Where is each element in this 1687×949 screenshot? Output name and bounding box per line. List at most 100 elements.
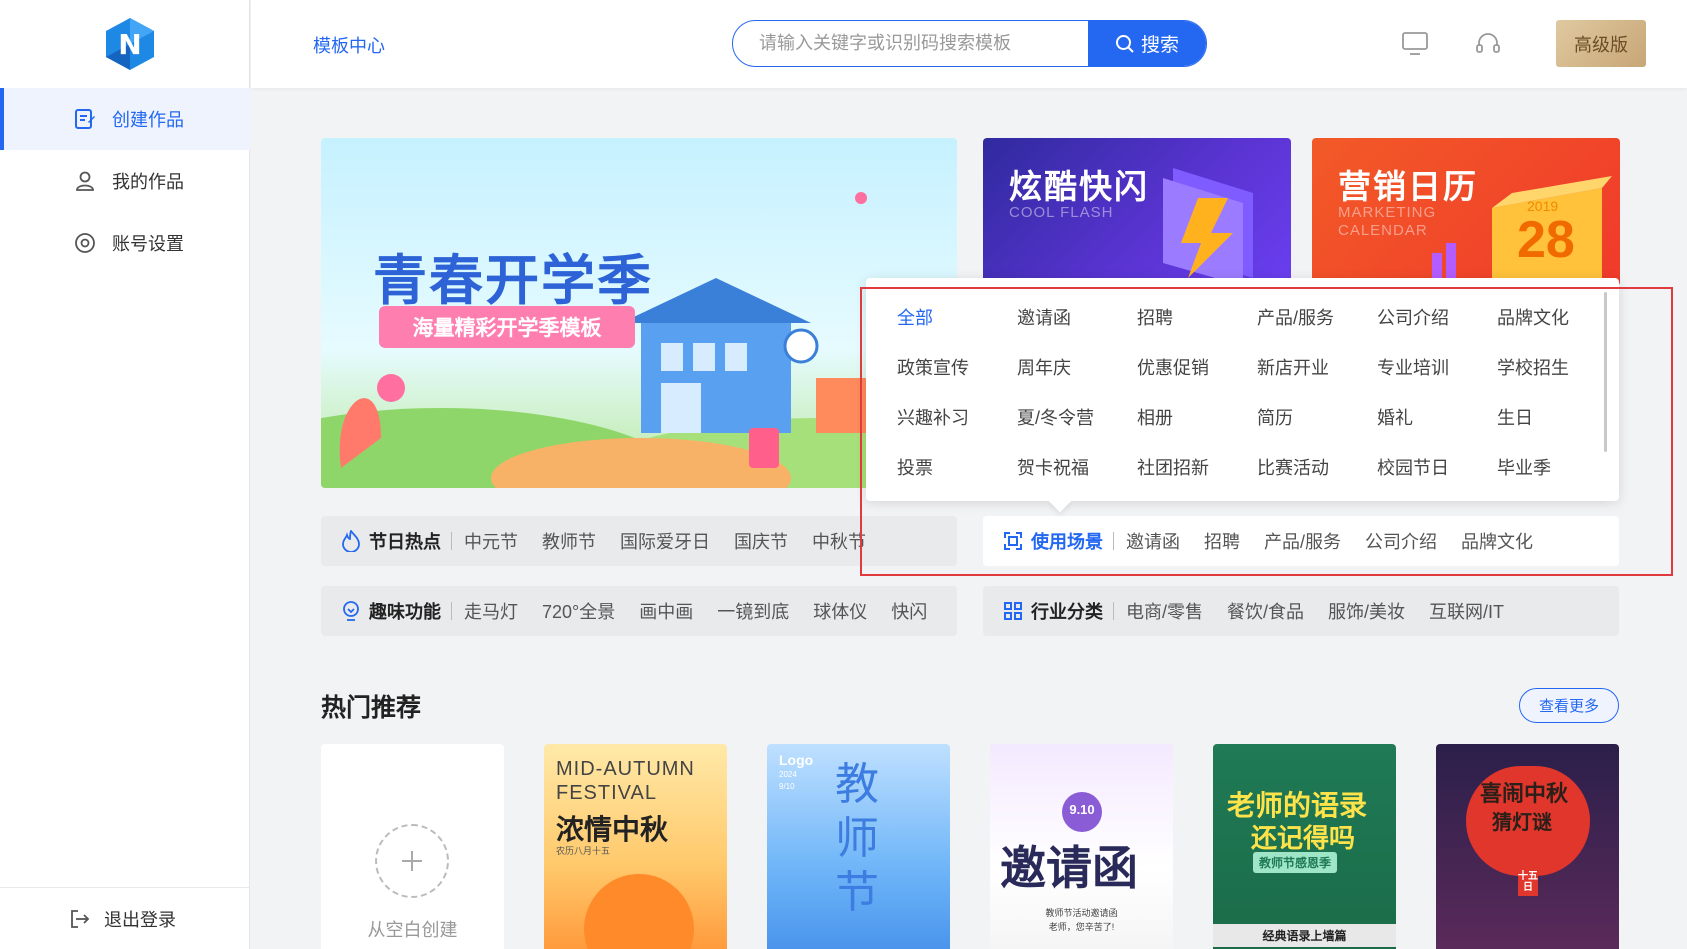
banner-marketing-title: 营销日历 [1338,168,1478,205]
scene-option[interactable]: 毕业季 [1497,442,1617,492]
customer-service-icon[interactable] [1470,26,1506,62]
template-card-teachers-day[interactable]: Logo 2024 9/10 教师节 [767,744,950,949]
monitor-icon[interactable] [1397,26,1433,62]
scene-option[interactable]: 公司介绍 [1377,292,1497,342]
create-blank-label: 从空白创建 [367,920,458,940]
template-card-mid-autumn[interactable]: MID-AUTUMN FESTIVAL 浓情中秋 农历八月十五 [544,744,727,949]
scene-option[interactable]: 相册 [1137,392,1257,442]
scene-option[interactable]: 品牌文化 [1497,292,1617,342]
scene-option[interactable]: 政策宣传 [897,342,1017,392]
scene-option[interactable]: 婚礼 [1377,392,1497,442]
logout-button[interactable]: 退出登录 [0,887,250,949]
divider [1113,532,1114,550]
calendar-day: 28 [1517,211,1575,269]
fun-tag[interactable]: 快闪 [891,598,927,624]
card-text: 十五日 [1518,868,1538,896]
scene-option[interactable]: 学校招生 [1497,342,1617,392]
scene-option[interactable]: 贺卡祝福 [1017,442,1137,492]
logout-label: 退出登录 [104,909,176,930]
industry-label: 行业分类 [1031,602,1103,622]
scene-tag[interactable]: 邀请函 [1126,528,1180,554]
scene-option[interactable]: 产品/服务 [1257,292,1377,342]
holiday-tag[interactable]: 国际爱牙日 [620,528,710,554]
industry-title[interactable]: 行业分类 [1003,598,1103,624]
holiday-tag[interactable]: 国庆节 [734,528,788,554]
scene-option[interactable]: 社团招新 [1137,442,1257,492]
user-icon [72,168,98,194]
fun-tag[interactable]: 画中画 [639,598,693,624]
card-text: 喜闹中秋 [1480,781,1569,807]
card-text: 经典语录上墙篇 [1213,924,1396,947]
search-button[interactable]: 搜索 [1088,21,1206,66]
usage-scene-title[interactable]: 使用场景 [1003,528,1103,554]
divider [451,532,452,550]
scene-tag[interactable]: 公司介绍 [1365,528,1437,554]
scene-option[interactable]: 优惠促销 [1137,342,1257,392]
fun-feature-title: 趣味功能 [341,598,441,624]
sidebar-item-label: 创建作品 [112,110,184,130]
create-blank-card[interactable]: 从空白创建 [321,744,504,949]
card-text: 农历八月十五 [556,846,611,856]
card-text: 还记得吗 [1251,823,1356,853]
fun-tag[interactable]: 一镜到底 [717,598,789,624]
scene-option[interactable]: 专业培训 [1377,342,1497,392]
industry-tag[interactable]: 互联网/IT [1429,598,1504,624]
scene-option[interactable]: 新店开业 [1257,342,1377,392]
card-text: 9/10 [779,782,795,791]
card-text: 邀请函 [1000,841,1138,895]
fun-tag[interactable]: 走马灯 [464,598,518,624]
template-card-teacher-quotes[interactable]: 老师的语录 还记得吗 教师节感恩季 经典语录上墙篇 [1213,744,1396,949]
industry-tag[interactable]: 服饰/美妆 [1328,598,1405,624]
dropdown-arrow [1048,489,1072,513]
sidebar: N 创建作品 我的作品 账号设置 退出登录 [0,0,250,949]
fun-feature-label: 趣味功能 [369,602,441,622]
fun-tag[interactable]: 球体仪 [813,598,867,624]
banner-cool-flash[interactable]: 炫酷快闪 COOL FLASH [983,138,1291,286]
scene-option[interactable]: 校园节日 [1377,442,1497,492]
card-text: 猜灯谜 [1492,810,1552,834]
vip-upgrade-button[interactable]: 高级版 [1556,20,1646,67]
scene-tag[interactable]: 品牌文化 [1461,528,1533,554]
scene-option-grid: 全部 邀请函 招聘 产品/服务 公司介绍 品牌文化政策宣传 周年庆 优惠促销 新店开业 专业培训学… [897,292,1617,492]
card-text: Logo [779,752,814,768]
card-text: 9.10 [1069,802,1095,817]
holiday-tag[interactable]: 中秋节 [812,528,866,554]
view-more-button[interactable]: 查看更多 [1519,688,1619,723]
scene-tag[interactable]: 招聘 [1204,528,1240,554]
scene-option[interactable]: 全部 [897,292,1017,342]
scene-tag[interactable]: 产品/服务 [1264,528,1341,554]
holiday-tag[interactable]: 教师节 [542,528,596,554]
breadcrumb[interactable]: 模板中心 [313,32,385,58]
sidebar-item-my-works[interactable]: 我的作品 [0,150,250,212]
industry-tag[interactable]: 餐饮/食品 [1227,598,1304,624]
holiday-tag[interactable]: 中元节 [464,528,518,554]
industry-tag[interactable]: 电商/零售 [1126,598,1203,624]
fire-icon [341,530,361,552]
banner-back-to-school[interactable]: 青春开学季 海量精彩开学季模板 [321,138,957,488]
scene-option[interactable]: 简历 [1257,392,1377,442]
card-text: 教师节感恩季 [1253,852,1338,873]
template-card-invitation[interactable]: 9.10 邀请函 教师节活动邀请函 老师，您辛苦了! [990,744,1173,949]
scene-option[interactable]: 生日 [1497,392,1617,442]
template-card-lantern[interactable]: 喜闹中秋 猜灯谜 十五日 [1436,744,1619,949]
banner-marketing-calendar[interactable]: 2019 28 营销日历 MARKETING CALENDAR [1312,138,1620,286]
dropdown-scrollbar[interactable] [1604,292,1607,452]
svg-text:N: N [118,28,141,61]
card-text: 老师，您辛苦了! [1048,922,1115,932]
plus-icon [375,824,449,898]
search-input[interactable] [733,21,1088,66]
sidebar-item-create[interactable]: 创建作品 [0,88,250,150]
fun-tag[interactable]: 720°全景 [542,598,615,624]
scene-option[interactable]: 夏/冬令营 [1017,392,1137,442]
scene-option[interactable]: 比赛活动 [1257,442,1377,492]
scene-option[interactable]: 投票 [897,442,1017,492]
card-text: 2024 [779,770,797,779]
scene-option[interactable]: 周年庆 [1017,342,1137,392]
scene-option[interactable]: 兴趣补习 [897,392,1017,442]
scene-option[interactable]: 招聘 [1137,292,1257,342]
scene-option[interactable]: 邀请函 [1017,292,1137,342]
app-logo[interactable]: N [103,16,157,72]
search-icon [1115,34,1135,54]
sidebar-item-settings[interactable]: 账号设置 [0,212,250,274]
usage-scene-bar: 使用场景 邀请函 招聘 产品/服务 公司介绍 品牌文化 [983,516,1619,566]
